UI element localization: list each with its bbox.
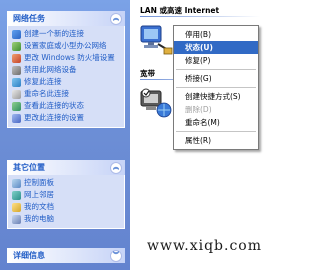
status-icon: [12, 102, 21, 111]
place-my-computer[interactable]: 我的电脑: [12, 214, 122, 225]
broadband-connection-icon[interactable]: [138, 86, 174, 120]
section-divider: [140, 16, 260, 17]
place-label: 网上邻居: [24, 190, 54, 199]
place-control-panel[interactable]: 控制面板: [12, 178, 122, 189]
menu-item-properties[interactable]: 属性(R): [174, 134, 258, 147]
task-firewall-settings[interactable]: 更改 Windows 防火墙设置: [12, 53, 122, 64]
details-title: 详细信息: [13, 251, 45, 260]
task-home-network[interactable]: 设置家庭或小型办公网络: [12, 41, 122, 52]
other-places-header[interactable]: 其它位置 ︽: [7, 160, 125, 175]
network-places-icon: [12, 191, 21, 200]
menu-item-repair[interactable]: 修复(P): [174, 54, 258, 67]
expand-chevron-icon[interactable]: ︾: [110, 249, 122, 262]
collapse-chevron-icon[interactable]: ︽: [110, 161, 122, 174]
network-tasks-group: 网络任务 ︽ 创建一个新的连接 设置家庭或小型办公网络 更改 Windows 防…: [7, 11, 125, 128]
details-group: 详细信息 ︾: [7, 248, 125, 263]
menu-item-rename[interactable]: 重命名(M): [174, 116, 258, 129]
task-label: 设置家庭或小型办公网络: [24, 41, 107, 50]
rename-icon: [12, 90, 21, 99]
task-label: 更改此连接的设置: [24, 113, 84, 122]
place-network-places[interactable]: 网上邻居: [12, 190, 122, 201]
broadband-section-title: 宽带: [140, 69, 155, 78]
task-label: 更改 Windows 防火墙设置: [24, 53, 115, 62]
task-pane: 网络任务 ︽ 创建一个新的连接 设置家庭或小型办公网络 更改 Windows 防…: [0, 0, 130, 270]
lan-section-title: LAN 或高速 Internet: [140, 6, 220, 15]
firewall-icon: [12, 54, 21, 63]
other-places-group: 其它位置 ︽ 控制面板 网上邻居 我的文档 我的电脑: [7, 160, 125, 229]
new-connection-icon: [12, 30, 21, 39]
repair-icon: [12, 78, 21, 87]
place-label: 控制面板: [24, 178, 54, 187]
task-label: 修复此连接: [24, 77, 62, 86]
watermark-text: www.xiqb.com: [146, 238, 263, 254]
task-label: 查看此连接的状态: [24, 101, 84, 110]
context-menu: 停用(B) 状态(U) 修复(P) 桥接(G) 创建快捷方式(S) 删除(D) …: [173, 25, 259, 150]
place-label: 我的电脑: [24, 214, 54, 223]
disable-device-icon: [12, 66, 21, 75]
my-documents-icon: [12, 203, 21, 212]
menu-item-delete: 删除(D): [185, 105, 212, 114]
menu-separator: [176, 87, 256, 88]
task-change-settings[interactable]: 更改此连接的设置: [12, 113, 122, 124]
menu-item-disable[interactable]: 停用(B): [174, 28, 258, 41]
network-tasks-header[interactable]: 网络任务 ︽: [7, 11, 125, 26]
settings-icon: [12, 114, 21, 123]
menu-item-status[interactable]: 状态(U): [174, 41, 258, 54]
place-label: 我的文档: [24, 202, 54, 211]
other-places-title: 其它位置: [13, 163, 45, 172]
task-label: 重命名此连接: [24, 89, 69, 98]
home-network-icon: [12, 42, 21, 51]
task-view-status[interactable]: 查看此连接的状态: [12, 101, 122, 112]
lan-connection-icon[interactable]: [138, 22, 174, 56]
task-rename-connection[interactable]: 重命名此连接: [12, 89, 122, 100]
menu-item-bridge[interactable]: 桥接(G): [174, 72, 258, 85]
control-panel-icon: [12, 179, 21, 188]
menu-separator: [176, 131, 256, 132]
task-new-connection[interactable]: 创建一个新的连接: [12, 29, 122, 40]
menu-item-create-shortcut[interactable]: 创建快捷方式(S): [174, 90, 258, 103]
task-label: 禁用此网络设备: [24, 65, 77, 74]
details-header[interactable]: 详细信息 ︾: [7, 248, 125, 263]
task-disable-device[interactable]: 禁用此网络设备: [12, 65, 122, 76]
task-repair-connection[interactable]: 修复此连接: [12, 77, 122, 88]
collapse-chevron-icon[interactable]: ︽: [110, 12, 122, 25]
network-tasks-title: 网络任务: [13, 14, 45, 23]
task-label: 创建一个新的连接: [24, 29, 84, 38]
menu-separator: [176, 69, 256, 70]
place-my-documents[interactable]: 我的文档: [12, 202, 122, 213]
my-computer-icon: [12, 215, 21, 224]
